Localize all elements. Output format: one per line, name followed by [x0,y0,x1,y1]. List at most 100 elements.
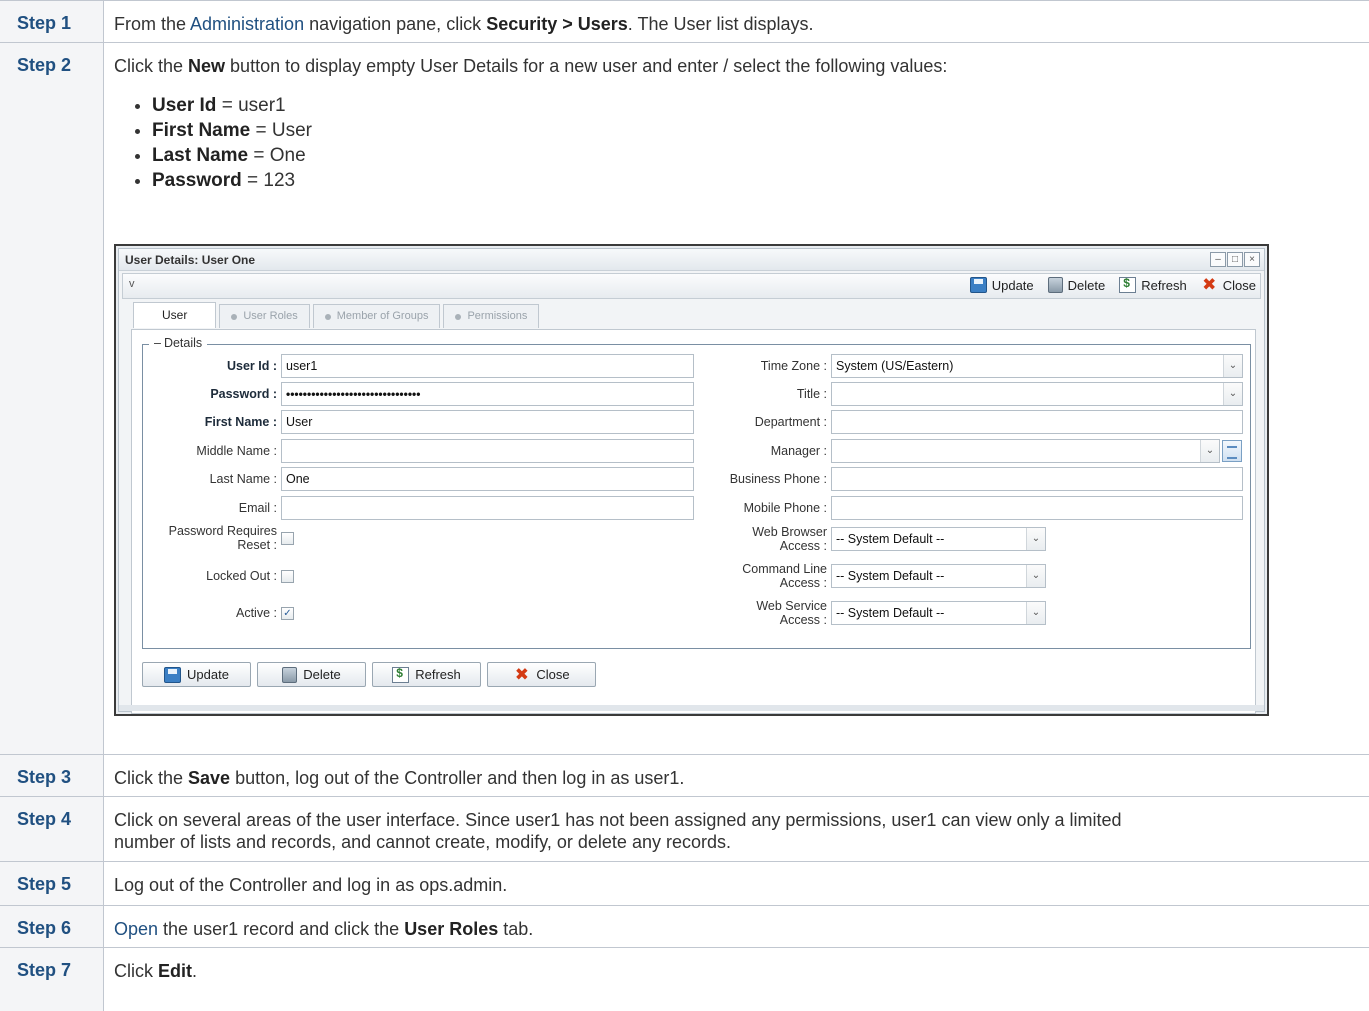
step-row: Step 3 Click the Save button, log out of… [0,754,1369,796]
delete-button[interactable]: Delete [1047,277,1105,293]
department-field[interactable] [831,410,1243,434]
save-icon [164,666,182,683]
chevron-down-icon[interactable]: ⌄ [1026,528,1045,550]
email-field[interactable] [281,496,694,520]
active-checkbox[interactable]: ✓ [281,606,294,620]
step-label: Step 4 [0,797,104,861]
tab-member-of-groups[interactable]: Member of Groups [312,304,441,328]
manager-select[interactable]: ⌄ [831,439,1220,463]
status-dot-icon [455,313,462,320]
command-line-access-label: Command Line Access : [742,562,827,590]
delete-icon [282,666,298,683]
update-button[interactable]: Update [969,277,1034,293]
step-label: Step 6 [0,906,104,947]
delete-icon [1047,277,1063,293]
chevron-down-icon[interactable]: ⌄ [1223,355,1242,377]
chevron-down-icon[interactable]: ⌄ [1223,383,1242,405]
status-dot-icon [324,313,331,320]
user-details-window: User Details: User One – □ × v Update De… [114,244,1269,716]
step-text: Click on several areas of the user inter… [114,810,1122,852]
user-id-field[interactable]: user1 [281,354,694,378]
step-row: Step 4 Click on several areas of the use… [0,796,1369,861]
user-id-row: User Id : user1 [143,354,694,378]
business-phone-label: Business Phone : [729,472,827,486]
refresh-button[interactable]: Refresh [372,662,481,687]
tab-bar: User User Roles Member of Groups Permiss… [133,302,540,328]
chevron-down-icon[interactable]: ⌄ [1200,440,1219,462]
active-label: Active : [236,606,277,620]
window-titlebar: User Details: User One – □ × [119,249,1264,271]
time-zone-label: Time Zone : [760,359,827,373]
manager-label: Manager : [770,444,827,458]
delete-button[interactable]: Delete [257,662,366,687]
chevron-down-icon[interactable]: ⌄ [1026,565,1045,587]
business-phone-field[interactable] [831,467,1243,491]
window-controls: – □ × [1210,252,1260,267]
chevron-down-icon[interactable]: v [129,278,135,290]
password-reset-row: Password Requires Reset : [143,524,294,552]
web-browser-access-select[interactable]: -- System Default -- ⌄ [831,527,1046,551]
first-name-field[interactable]: User [281,410,694,434]
open-link[interactable]: Open [114,919,158,939]
email-label: Email : [238,501,277,515]
middle-name-field[interactable] [281,439,694,463]
details-legend[interactable]: Details [149,336,208,350]
maximize-icon[interactable]: □ [1227,252,1243,267]
locked-out-checkbox[interactable] [281,569,294,583]
web-service-access-row: Web Service Access : -- System Default --… [655,599,1046,627]
close-button[interactable]: ✖ Close [487,662,596,687]
chevron-down-icon[interactable]: ⌄ [1026,602,1045,624]
status-dot-icon [231,313,238,320]
middle-name-row: Middle Name : [143,439,694,463]
step-label: Step 5 [0,862,104,905]
web-browser-access-row: Web Browser Access : -- System Default --… [655,525,1046,553]
title-label: Title : [796,387,827,401]
close-button[interactable]: ✖ Close [1201,275,1256,294]
user-tab-panel: Details User Id : user1 Password : •••••… [131,329,1256,714]
refresh-icon [392,666,410,683]
time-zone-row: Time Zone : System (US/Eastern) ⌄ [655,354,1243,378]
password-reset-checkbox[interactable] [281,531,294,545]
step-label: Step 7 [0,948,104,1011]
step-label: Step 2 [0,43,104,754]
administration-link[interactable]: Administration [190,14,304,34]
update-button[interactable]: Update [142,662,251,687]
mobile-phone-label: Mobile Phone : [743,501,827,515]
title-row: Title : ⌄ [655,382,1243,406]
window-footer [119,705,1264,711]
time-zone-select[interactable]: System (US/Eastern) ⌄ [831,354,1243,378]
refresh-icon [1119,276,1137,293]
last-name-field[interactable]: One [281,467,694,491]
last-name-row: Last Name : One [143,467,694,491]
step-text: Log out of the Controller and log in as … [114,875,508,895]
user-id-label: User Id : [226,359,277,373]
step-row: Step 1 From the Administration navigatio… [0,0,1369,42]
list-item: User Id = user1 [152,93,1359,118]
window-title: User Details: User One [125,253,256,267]
toolbar: v Update Delete Refresh ✖Close [122,273,1261,299]
step-text: Open the user1 record and click the User… [114,919,534,939]
password-field[interactable]: •••••••••••••••••••••••••••••••• [281,382,694,406]
close-x-icon: ✖ [1202,275,1217,294]
bottom-buttons: Update Delete Refresh ✖Close [142,662,596,687]
minimize-icon[interactable]: – [1210,252,1226,267]
command-line-access-select[interactable]: -- System Default -- ⌄ [831,564,1046,588]
title-select[interactable]: ⌄ [831,382,1243,406]
manager-row: Manager : ⌄ [655,439,1242,463]
window-body: User Details: User One – □ × v Update De… [118,248,1265,714]
tab-permissions[interactable]: Permissions [443,304,540,328]
tab-user-roles[interactable]: User Roles [219,304,310,328]
close-icon[interactable]: × [1244,252,1260,267]
tab-user[interactable]: User [133,302,217,328]
web-service-access-select[interactable]: -- System Default -- ⌄ [831,601,1046,625]
business-phone-row: Business Phone : [655,467,1243,491]
step-row: Step 6 Open the user1 record and click t… [0,905,1369,947]
refresh-button[interactable]: Refresh [1119,276,1187,293]
locked-out-label: Locked Out : [206,569,277,583]
step-text: Click the Save button, log out of the Co… [114,768,685,788]
active-row: Active : ✓ [143,606,294,620]
step-row: Step 7 Click Edit. [0,947,1369,1011]
mobile-phone-field[interactable] [831,496,1243,520]
lookup-icon[interactable] [1222,440,1242,462]
password-reset-label: Password Requires Reset : [168,524,277,552]
